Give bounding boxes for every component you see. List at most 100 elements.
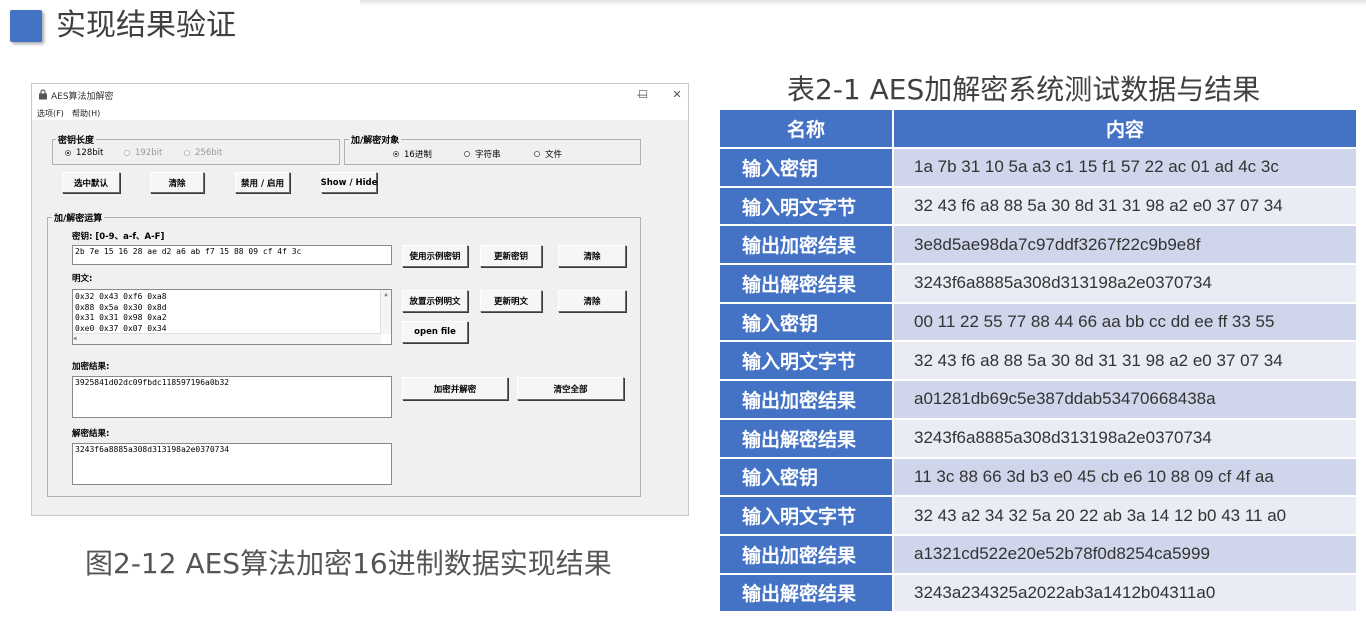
place-example-plaintext-button[interactable]: 放置示例明文 (402, 290, 468, 312)
table-row: 输出加密结果 3e8d5ae98da7c97ddf3267f22c9b9e8f (720, 225, 1356, 266)
show-hide-button[interactable]: Show / Hide (321, 172, 377, 193)
figure-caption: 图2-12 AES算法加密16进制数据实现结果 (85, 547, 612, 580)
vertical-scrollbar[interactable]: ▲ (380, 290, 391, 334)
radio-256bit[interactable]: 256bit (184, 148, 222, 158)
row-name-cell: 输出加密结果 (720, 380, 894, 420)
clear-plaintext-button[interactable]: 清除 (558, 290, 626, 312)
table-row: 输出解密结果 3243f6a8885a308d313198a2e0370734 (720, 264, 1356, 304)
window-title: AES算法加解密 (51, 92, 114, 102)
table-row: 输出解密结果 3243a234325a2022ab3a1412b04311a0 (720, 573, 1356, 614)
table-row: 输入明文字节 32 43 f6 a8 88 5a 30 8d 31 31 98 a… (720, 186, 1356, 227)
row-value-cell: 32 43 f6 a8 88 5a 30 8d 31 31 98 a2 e0 3… (893, 341, 1356, 382)
update-key-button[interactable]: 更新密钥 (480, 245, 542, 267)
radio-label: 字符串 (475, 150, 501, 160)
table-caption: 表2-1 AES加解密系统测试数据与结果 (787, 73, 1261, 106)
encrypt-and-decrypt-button[interactable]: 加密并解密 (402, 377, 508, 400)
use-example-key-button[interactable]: 使用示例密钥 (402, 245, 468, 267)
plaintext-label: 明文: (72, 274, 93, 284)
clear-button[interactable]: 清除 (150, 172, 204, 193)
table-row: 输出解密结果 3243f6a8885a308d313198a2e0370734 (720, 418, 1356, 459)
row-name-cell: 输出加密结果 (720, 534, 894, 575)
table-row: 输入密钥 00 11 22 55 77 88 44 66 aa bb cc dd … (720, 302, 1356, 343)
menu-help[interactable]: 帮助(H) (72, 108, 100, 119)
row-name-cell: 输入明文字节 (720, 496, 894, 536)
radio-dot (464, 151, 470, 157)
menu-bar: 选项(F) 帮助(H) (32, 106, 688, 120)
open-file-button[interactable]: open file (402, 321, 468, 343)
row-name-cell: 输出解密结果 (720, 264, 894, 304)
plaintext-line: 0x88 0x5a 0x30 0x8d (75, 302, 167, 312)
disable-enable-button[interactable]: 禁用 / 启用 (235, 172, 290, 193)
row-name-cell: 输入明文字节 (720, 186, 894, 227)
row-value-cell: 00 11 22 55 77 88 44 66 aa bb cc dd ee f… (893, 302, 1356, 343)
top-shadow-bar (360, 0, 1366, 6)
radio-dot-selected (393, 151, 399, 157)
radio-dot (124, 150, 130, 156)
radio-hex[interactable]: 16进制 (393, 148, 432, 160)
slide-title-marker (10, 10, 42, 42)
row-name-cell: 输入明文字节 (720, 341, 894, 382)
table-row: 输入密钥 11 3c 88 66 3d b3 e0 45 cb e6 10 88 … (720, 457, 1356, 498)
radio-dot-selected (65, 150, 71, 156)
aes-app-window: AES算法加解密 — ☐ ✕ 选项(F) 帮助(H) 密钥长度 128bit 1… (31, 83, 689, 516)
table-row: 输出加密结果 a1321cd522e20e52b78f0d8254ca5999 (720, 534, 1356, 575)
key-length-label: 密钥长度 (56, 133, 97, 146)
key-input-label: 密钥: [0-9、a-f、A-F] (72, 232, 165, 242)
target-label: 加/解密对象 (349, 133, 402, 146)
maximize-button[interactable]: ☐ (630, 87, 656, 103)
radio-label: 192bit (135, 148, 163, 158)
radio-string[interactable]: 字符串 (464, 148, 501, 160)
select-default-button[interactable]: 选中默认 (62, 172, 120, 193)
header-content: 内容 (893, 110, 1356, 149)
decrypt-result-output[interactable]: 3243f6a8885a308d313198a2e0370734 (72, 443, 392, 485)
close-button[interactable]: ✕ (664, 87, 690, 103)
radio-dot (184, 150, 190, 156)
radio-label: 16进制 (404, 150, 432, 160)
row-name-cell: 输出解密结果 (720, 573, 894, 614)
menu-options[interactable]: 选项(F) (37, 108, 64, 119)
row-value-cell: 3243f6a8885a308d313198a2e0370734 (893, 418, 1356, 459)
row-name-cell: 输出加密结果 (720, 225, 894, 266)
window-titlebar: AES算法加解密 — (32, 84, 688, 106)
plaintext-line: 0x31 0x31 0x98 0xa2 (75, 313, 167, 322)
radio-128bit[interactable]: 128bit (65, 148, 103, 158)
table-row: 输入明文字节 32 43 f6 a8 88 5a 30 8d 31 31 98 a… (720, 341, 1356, 382)
row-value-cell: 3243f6a8885a308d313198a2e0370734 (893, 264, 1356, 304)
plaintext-line: 0x32 0x43 0xf6 0xa8 (75, 292, 167, 301)
slide-title: 实现结果验证 (56, 8, 236, 43)
results-table: 名称 内容 输入密钥 1a 7b 31 10 5a a3 c1 15 f1 57 … (720, 110, 1356, 614)
table-row: 输出加密结果 a01281db69c5e387ddab53470668438a (720, 380, 1356, 420)
encrypt-decrypt-label: 加/解密运算 (52, 211, 105, 224)
horizontal-scrollbar[interactable]: ◀ (73, 333, 381, 344)
encrypt-result-output[interactable]: 3925841d02dc09fbdc118597196a0b32 (72, 376, 392, 418)
row-name-cell: 输出解密结果 (720, 418, 894, 459)
row-value-cell: 32 43 f6 a8 88 5a 30 8d 31 31 98 a2 e0 3… (893, 186, 1356, 227)
radio-file[interactable]: 文件 (534, 148, 562, 160)
radio-dot (534, 151, 540, 157)
table-header-row: 名称 内容 (720, 110, 1356, 149)
row-name-cell: 输入密钥 (720, 302, 894, 343)
lock-icon (39, 89, 47, 100)
row-value-cell: 3243a234325a2022ab3a1412b04311a0 (893, 573, 1356, 614)
radio-192bit[interactable]: 192bit (124, 148, 162, 158)
row-value-cell: 32 43 a2 34 32 5a 20 22 ab 3a 14 12 b0 4… (893, 496, 1356, 536)
row-value-cell: 1a 7b 31 10 5a a3 c1 15 f1 57 22 ac 01 a… (893, 148, 1356, 188)
header-name: 名称 (720, 110, 894, 149)
table-row: 输入密钥 1a 7b 31 10 5a a3 c1 15 f1 57 22 ac … (720, 148, 1356, 188)
radio-label: 256bit (195, 148, 223, 158)
row-value-cell: a1321cd522e20e52b78f0d8254ca5999 (893, 534, 1356, 575)
clear-all-button[interactable]: 清空全部 (517, 377, 624, 400)
table-row: 输入明文字节 32 43 a2 34 32 5a 20 22 ab 3a 14 1… (720, 496, 1356, 536)
key-input[interactable]: 2b 7e 15 16 28 ae d2 a6 ab f7 15 88 09 c… (72, 245, 392, 265)
row-name-cell: 输入密钥 (720, 457, 894, 498)
radio-label: 128bit (76, 148, 104, 158)
row-value-cell: 11 3c 88 66 3d b3 e0 45 cb e6 10 88 09 c… (893, 457, 1356, 498)
decrypt-result-label: 解密结果: (72, 429, 110, 439)
clear-key-button[interactable]: 清除 (558, 245, 626, 267)
table-body: 输入密钥 1a 7b 31 10 5a a3 c1 15 f1 57 22 ac … (720, 148, 1356, 614)
update-plaintext-button[interactable]: 更新明文 (480, 290, 542, 312)
row-name-cell: 输入密钥 (720, 148, 894, 188)
plaintext-input[interactable]: 0x32 0x43 0xf6 0xa8 0x88 0x5a 0x30 0x8d … (72, 289, 392, 345)
row-value-cell: 3e8d5ae98da7c97ddf3267f22c9b9e8f (893, 225, 1356, 266)
row-value-cell: a01281db69c5e387ddab53470668438a (893, 380, 1356, 420)
